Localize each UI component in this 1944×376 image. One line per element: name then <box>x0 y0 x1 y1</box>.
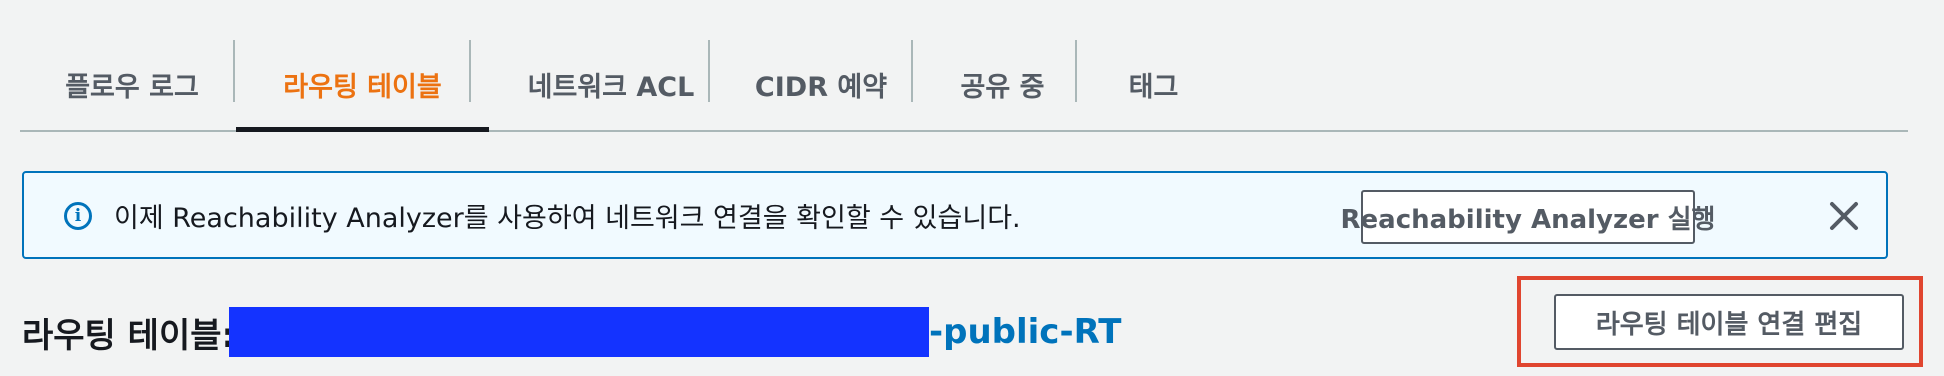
run-reachability-analyzer-button[interactable]: Reachability Analyzer 실행 <box>1341 190 1715 244</box>
tab-label: 네트워크 ACL <box>527 71 695 103</box>
tab-bar: 플로우 로그 라우팅 테이블 네트워크 ACL CIDR 예약 공유 중 태그 <box>20 0 1908 132</box>
edit-route-table-association-button[interactable]: 라우팅 테이블 연결 편집 <box>1554 294 1904 350</box>
tab-label: 태그 <box>1128 71 1179 103</box>
tab-label: CIDR 예약 <box>754 71 888 103</box>
close-icon[interactable] <box>1824 196 1864 236</box>
tab-divider <box>233 40 235 102</box>
info-banner: i 이제 Reachability Analyzer를 사용하여 네트워크 연결… <box>22 171 1888 259</box>
redacted-name <box>229 307 929 357</box>
tab-label: 라우팅 테이블 <box>283 71 442 103</box>
tab-route-tables[interactable]: 라우팅 테이블 <box>236 40 489 132</box>
route-table-name-link[interactable]: -public-RT <box>929 302 1121 362</box>
tab-tags[interactable]: 태그 <box>1098 40 1209 128</box>
tab-divider <box>911 40 913 102</box>
info-icon: i <box>64 202 92 230</box>
tab-label: 플로우 로그 <box>65 71 199 103</box>
tab-sharing[interactable]: 공유 중 <box>932 40 1073 128</box>
route-table-label: 라우팅 테이블: <box>22 315 236 356</box>
tab-network-acl[interactable]: 네트워크 ACL <box>494 40 728 128</box>
tab-divider <box>708 40 710 102</box>
tab-divider <box>1075 40 1077 102</box>
banner-message: 이제 Reachability Analyzer를 사용하여 네트워크 연결을 … <box>114 202 1021 234</box>
tab-divider <box>469 40 471 102</box>
tab-flow-logs[interactable]: 플로우 로그 <box>37 40 227 128</box>
tab-label: 공유 중 <box>960 71 1045 103</box>
tab-cidr-reservations[interactable]: CIDR 예약 <box>732 40 910 128</box>
